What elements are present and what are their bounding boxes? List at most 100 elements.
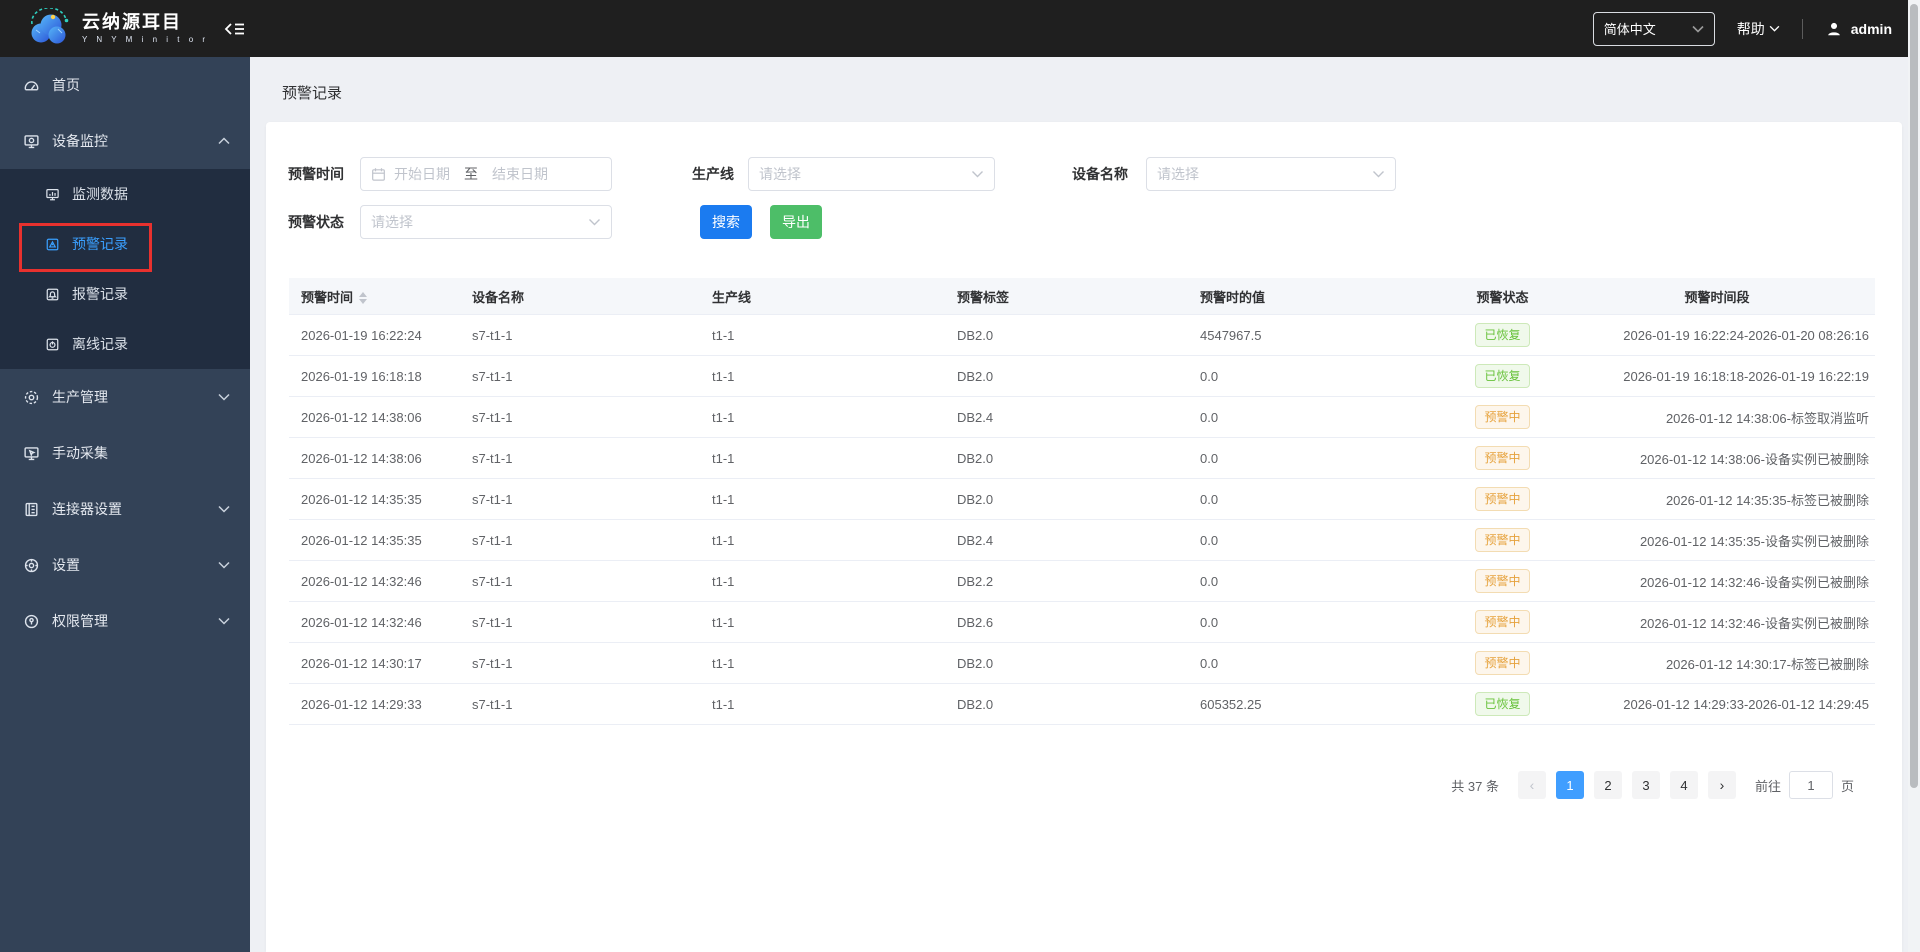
search-button[interactable]: 搜索: [700, 205, 752, 239]
table-row: 2026-01-12 14:38:06 s7-t1-1 t1-1 DB2.0 0.0 预警…: [289, 438, 1875, 479]
goto-page-input[interactable]: [1788, 771, 1833, 799]
prev-page-button[interactable]: ‹: [1517, 771, 1546, 799]
sidebar-item-permission[interactable]: 权限管理: [0, 593, 250, 649]
cell-device: s7-t1-1: [472, 573, 513, 589]
column-header-status: 预警状态: [1476, 289, 1529, 305]
column-header-value: 预警时的值: [1200, 289, 1266, 305]
cell-tag: DB2.0: [957, 368, 994, 384]
sidebar-item-label: 首页: [52, 77, 80, 93]
cell-time: 2026-01-12 14:32:46: [301, 614, 422, 630]
sidebar-item-monitor-data[interactable]: 监测数据: [0, 169, 250, 219]
cell-period: 2026-01-12 14:38:06-标签取消监听: [1665, 410, 1869, 426]
cell-device: s7-t1-1: [472, 696, 513, 712]
page-title: 预警记录: [282, 85, 343, 102]
sidebar-item-label: 监测数据: [72, 186, 128, 202]
filter-status-label: 预警状态: [288, 214, 344, 230]
sidebar-item-label: 设置: [52, 557, 80, 573]
cell-device: s7-t1-1: [472, 368, 513, 384]
sidebar-item-alarm-record[interactable]: 报警记录: [0, 269, 250, 319]
cell-period: 2026-01-19 16:18:18-2026-01-19 16:22:19: [1623, 368, 1869, 384]
cell-tag: DB2.0: [957, 450, 994, 466]
cell-tag: DB2.0: [957, 491, 994, 507]
cell-value: 0.0: [1200, 573, 1219, 589]
cell-time: 2026-01-19 16:22:24: [301, 327, 422, 343]
offline-record-icon: [44, 336, 60, 352]
cell-value: 605352.25: [1200, 696, 1262, 712]
language-select[interactable]: 简体中文: [1592, 11, 1715, 46]
cell-status: 预警中: [1440, 569, 1565, 593]
table-row: 2026-01-12 14:35:35 s7-t1-1 t1-1 DB2.4 0.0 预警…: [289, 520, 1875, 561]
cell-period: 2026-01-12 14:35:35-标签已被删除: [1665, 492, 1869, 508]
line-select[interactable]: 请选择: [748, 157, 995, 191]
sidebar-item-home[interactable]: 首页: [0, 57, 250, 113]
sidebar-item-device-monitor[interactable]: 设备监控: [0, 113, 250, 169]
connector-icon: [22, 500, 40, 518]
manual-collect-icon: [22, 444, 40, 462]
status-select-placeholder: 请选择: [371, 214, 413, 230]
username: admin: [1850, 20, 1892, 37]
next-page-button[interactable]: ›: [1707, 771, 1736, 799]
sidebar-item-manual-collect[interactable]: 手动采集: [0, 425, 250, 481]
cell-device: s7-t1-1: [472, 532, 513, 548]
help-menu[interactable]: 帮助: [1737, 19, 1780, 39]
cell-value: 0.0: [1200, 450, 1219, 466]
brand-subtitle: Y N Y M i n i t o r: [82, 34, 209, 44]
status-select[interactable]: 请选择: [360, 205, 612, 239]
table-row: 2026-01-12 14:32:46 s7-t1-1 t1-1 DB2.6 0.0 预警…: [289, 602, 1875, 643]
sort-control[interactable]: [359, 292, 368, 305]
sidebar-item-label: 手动采集: [52, 445, 108, 461]
table-row: 2026-01-19 16:18:18 s7-t1-1 t1-1 DB2.0 0.0 已恢…: [289, 356, 1875, 397]
chevron-down-icon: [588, 218, 601, 226]
device-monitor-icon: [22, 132, 40, 150]
filter-device-label: 设备名称: [1072, 166, 1128, 182]
status-badge: 预警中: [1475, 569, 1530, 593]
cell-time: 2026-01-12 14:35:35: [301, 532, 422, 548]
sidebar-item-connector-settings[interactable]: 连接器设置: [0, 481, 250, 537]
cell-tag: DB2.0: [957, 655, 994, 671]
help-label: 帮助: [1736, 20, 1765, 37]
brand-cloud-icon: [26, 7, 72, 50]
dashboard-icon: [22, 76, 40, 94]
cell-value: 0.0: [1200, 491, 1219, 507]
chevron-down-icon: [218, 505, 230, 513]
sidebar-item-label: 设备监控: [52, 133, 108, 149]
pagination-total: 共 37 条: [1451, 778, 1499, 794]
cell-tag: DB2.2: [957, 573, 994, 589]
chevron-up-icon: [218, 137, 230, 145]
sidebar-item-warning-record[interactable]: 预警记录: [0, 219, 250, 269]
cell-status: 已恢复: [1440, 364, 1565, 388]
sidebar-item-label: 权限管理: [52, 613, 108, 629]
page-button-3[interactable]: 3: [1631, 771, 1660, 799]
sidebar-item-label: 报警记录: [72, 286, 128, 302]
filter-line-label: 生产线: [692, 166, 734, 182]
page-button-2[interactable]: 2: [1593, 771, 1622, 799]
page-button-1[interactable]: 1: [1555, 771, 1584, 799]
cell-status: 预警中: [1440, 610, 1565, 634]
chevron-down-icon: [1692, 21, 1704, 36]
chevron-down-icon: [218, 561, 230, 569]
cell-time: 2026-01-12 14:29:33: [301, 696, 422, 712]
scrollbar-thumb[interactable]: [1910, 4, 1918, 788]
page-button-4[interactable]: 4: [1669, 771, 1698, 799]
cell-status: 预警中: [1440, 528, 1565, 552]
chevron-down-icon: [218, 393, 230, 401]
cell-tag: DB2.0: [957, 696, 994, 712]
user-menu[interactable]: admin: [1825, 20, 1892, 38]
cell-time: 2026-01-12 14:38:06: [301, 450, 422, 466]
calendar-icon: [371, 167, 386, 182]
sidebar-collapse-icon[interactable]: [222, 16, 248, 42]
device-select[interactable]: 请选择: [1146, 157, 1396, 191]
sidebar-item-production[interactable]: 生产管理: [0, 369, 250, 425]
line-select-placeholder: 请选择: [759, 166, 801, 182]
status-badge: 预警中: [1475, 487, 1530, 511]
date-range-input[interactable]: 开始日期 至 结束日期: [360, 157, 612, 191]
sidebar-item-settings[interactable]: 设置: [0, 537, 250, 593]
export-button[interactable]: 导出: [770, 205, 822, 239]
chevron-down-icon: [1769, 25, 1780, 32]
cell-line: t1-1: [712, 655, 735, 671]
sidebar-item-label: 预警记录: [72, 236, 128, 252]
sidebar-item-offline-record[interactable]: 离线记录: [0, 319, 250, 369]
cell-value: 0.0: [1200, 655, 1219, 671]
cell-value: 0.0: [1200, 532, 1219, 548]
cell-device: s7-t1-1: [472, 655, 513, 671]
